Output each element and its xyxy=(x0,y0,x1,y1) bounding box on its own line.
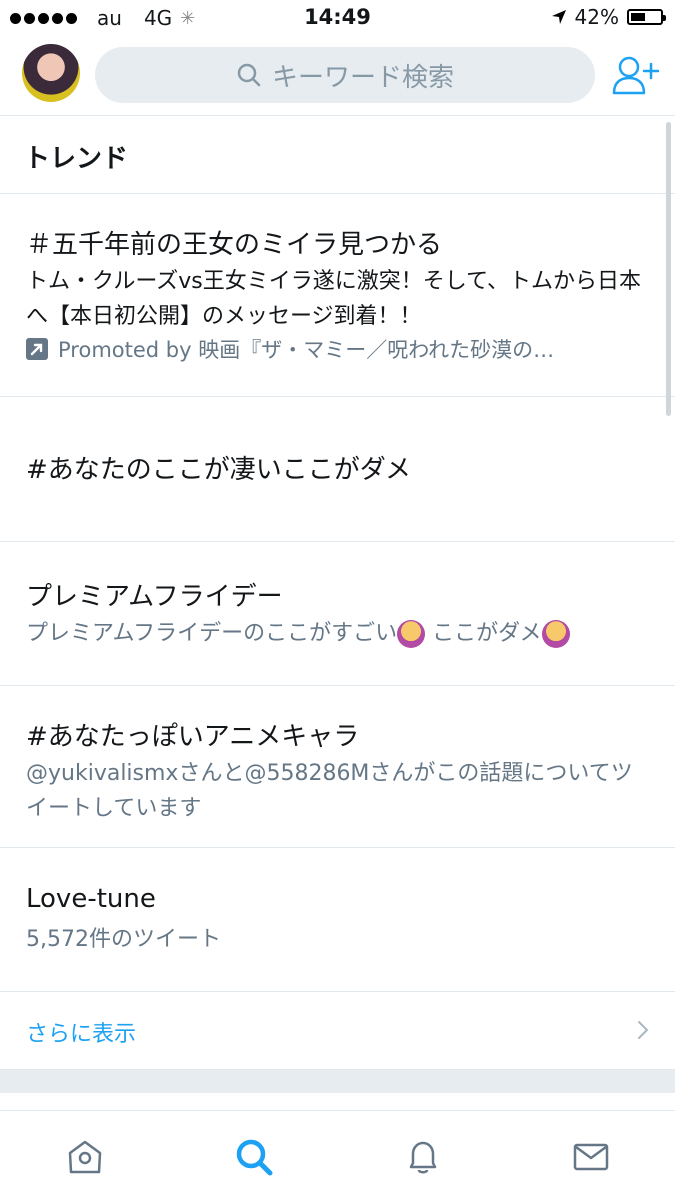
show-more-label: さらに表示 xyxy=(26,1022,137,1047)
tab-search[interactable] xyxy=(230,1133,278,1181)
top-bar: キーワード検索 xyxy=(0,36,675,116)
scrollbar[interactable] xyxy=(666,122,671,416)
status-bar: au 4G ✳ 14:49 42% xyxy=(0,0,675,36)
search-icon xyxy=(236,1139,273,1176)
add-user-icon[interactable] xyxy=(611,54,659,96)
trend-item[interactable]: #あなたのここが凄いここがダメ xyxy=(0,397,675,542)
trend-item[interactable]: プレミアムフライデー プレミアムフライデーのここがすごい ここがダメ xyxy=(0,542,675,686)
notifications-icon xyxy=(409,1141,437,1174)
trend-context-text-b: ここがダメ xyxy=(432,621,542,646)
location-arrow-icon xyxy=(551,10,566,24)
show-more-button[interactable]: さらに表示 xyxy=(0,992,675,1070)
battery-percent: 42% xyxy=(574,5,619,29)
section-divider xyxy=(0,1070,675,1093)
trend-context-text-a: プレミアムフライデーのここがすごい xyxy=(26,621,398,646)
tab-notifications[interactable] xyxy=(399,1133,447,1181)
trend-title: #あなたっぽいアニメキャラ xyxy=(26,722,360,752)
tab-messages[interactable] xyxy=(567,1133,615,1181)
trend-context: @yukivalismxさんと@558286Mさんがこの話題についてツイートして… xyxy=(26,761,633,821)
trend-context: プレミアムフライデーのここがすごい ここがダメ xyxy=(26,616,651,651)
trend-title: ＃五千年前の王女のミイラ見つかる xyxy=(26,230,443,260)
search-placeholder: キーワード検索 xyxy=(271,62,454,93)
tab-bar xyxy=(0,1111,675,1200)
trend-item[interactable]: Love-tune 5,572件のツイート xyxy=(0,848,675,992)
section-divider xyxy=(0,1093,675,1111)
promoted-arrow-icon xyxy=(26,338,48,360)
trend-title: Love-tune xyxy=(26,884,156,914)
messages-icon xyxy=(573,1143,609,1171)
chevron-right-icon xyxy=(638,1021,649,1039)
home-icon xyxy=(68,1140,102,1174)
trend-title: プレミアムフライデー xyxy=(26,582,283,612)
trend-title: #あなたのここが凄いここがダメ xyxy=(26,455,412,485)
trend-item[interactable]: #あなたっぽいアニメキャラ @yukivalismxさんと@558286Mさんが… xyxy=(0,686,675,848)
avatar[interactable] xyxy=(22,44,80,102)
ok-gesture-emoji-icon xyxy=(397,620,426,648)
tab-home[interactable] xyxy=(61,1133,109,1181)
trends-heading: トレンド xyxy=(24,144,129,174)
promoted-label-row: Promoted by 映画『ザ・マミー／呪われた砂漠の… xyxy=(26,334,554,364)
promoted-label: Promoted by 映画『ザ・マミー／呪われた砂漠の… xyxy=(58,338,555,362)
search-icon xyxy=(237,63,261,87)
trends-heading-row: トレンド xyxy=(0,116,675,194)
trend-item-promoted[interactable]: ＃五千年前の王女のミイラ見つかる トム・クルーズvs王女ミイラ遂に激突！そして、… xyxy=(0,194,675,397)
trend-tweet-count: 5,572件のツイート xyxy=(26,927,221,952)
no-gesture-emoji-icon xyxy=(541,620,570,648)
battery-icon xyxy=(627,9,666,25)
search-input[interactable]: キーワード検索 xyxy=(95,47,595,103)
trend-description: トム・クルーズvs王女ミイラ遂に激突！そして、トムから日本へ【本日初公開】のメッ… xyxy=(26,269,641,329)
